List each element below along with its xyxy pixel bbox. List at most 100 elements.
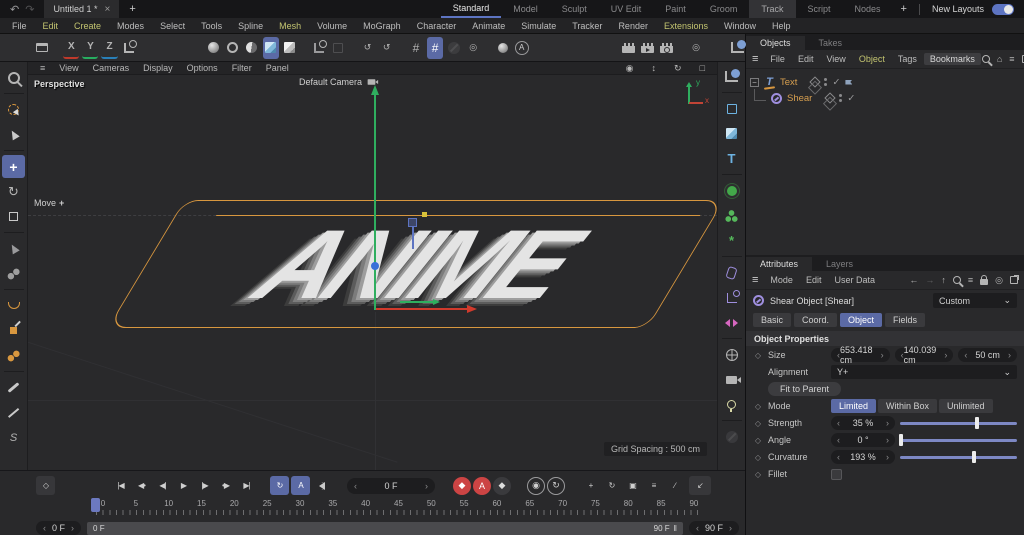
- layout-tab[interactable]: Nodes: [843, 0, 893, 18]
- spline-color-tool[interactable]: [2, 344, 25, 367]
- menu-item[interactable]: Animate: [464, 21, 513, 31]
- menu-item[interactable]: MoGraph: [355, 21, 409, 31]
- x-axis-lock-button[interactable]: X: [63, 37, 79, 59]
- object-manager-menu-item[interactable]: Object: [853, 53, 891, 65]
- shading-quick-button[interactable]: [244, 37, 260, 59]
- attribute-subtab[interactable]: Coord.: [794, 313, 837, 327]
- y-axis-arrow[interactable]: [374, 94, 376, 310]
- record-keyframe-button[interactable]: ◆: [453, 477, 471, 495]
- attribute-menu-item[interactable]: User Data: [828, 274, 881, 286]
- tree-item-shear[interactable]: Shear ✓: [750, 90, 1020, 106]
- object-manager-menu-item[interactable]: Tags: [892, 53, 923, 65]
- fillet-checkbox[interactable]: [831, 469, 842, 480]
- coordinate-system-button[interactable]: [121, 37, 137, 59]
- transport-button[interactable]: •▶: [216, 476, 235, 495]
- strength-slider[interactable]: [900, 417, 1017, 429]
- size-y-field[interactable]: ‹140.039 cm›: [895, 348, 954, 362]
- menu-item[interactable]: Tracker: [564, 21, 610, 31]
- export-icon[interactable]: [1010, 276, 1018, 284]
- filter-icon[interactable]: ≡: [1009, 54, 1014, 64]
- range-end-spinner[interactable]: ‹ 90 F ›: [689, 521, 739, 535]
- plane-handle-arrow[interactable]: [400, 301, 434, 303]
- expand-toggle-icon[interactable]: −: [750, 78, 759, 87]
- layer-icon[interactable]: [810, 76, 821, 87]
- layout-tab[interactable]: UV Edit: [599, 0, 654, 18]
- rectangle-spline-button[interactable]: [720, 97, 743, 120]
- keyframe-selection-button[interactable]: ◆: [493, 477, 511, 495]
- pen-tool[interactable]: [2, 401, 25, 424]
- object-manager-menu-item[interactable]: Edit: [792, 53, 820, 65]
- range-bar-handle[interactable]: ‖: [674, 524, 677, 533]
- menu-item[interactable]: Select: [152, 21, 193, 31]
- enabled-check-icon[interactable]: ✓: [847, 93, 855, 104]
- loop-playback-button[interactable]: ↻: [270, 476, 289, 495]
- camera-label[interactable]: Default Camera: [299, 77, 377, 87]
- cube-primitive-button[interactable]: [720, 122, 743, 145]
- transport-button[interactable]: ◀•: [132, 476, 151, 495]
- transport-button[interactable]: |◀: [111, 476, 130, 495]
- generator-button[interactable]: *: [720, 229, 743, 252]
- viewport-menu-item[interactable]: View: [53, 63, 84, 73]
- live-selection-tool[interactable]: [2, 98, 25, 121]
- record-channel-button[interactable]: ∕: [665, 476, 684, 495]
- visibility-dots-icon[interactable]: [824, 78, 827, 86]
- record-channel-button[interactable]: ▣: [623, 476, 642, 495]
- symmetry-button[interactable]: [720, 311, 743, 334]
- snap-grid-button[interactable]: #: [408, 37, 424, 59]
- viewport-menu-item[interactable]: Options: [181, 63, 224, 73]
- material-button[interactable]: [720, 425, 743, 448]
- search-commander-button[interactable]: [2, 66, 25, 89]
- range-start-decrement-icon[interactable]: ‹: [43, 523, 46, 533]
- menu-item[interactable]: Tools: [193, 21, 230, 31]
- array-generator-button[interactable]: [720, 204, 743, 227]
- transport-button[interactable]: ▶|: [237, 476, 256, 495]
- render-view-button[interactable]: [621, 37, 637, 59]
- align-workplane-button[interactable]: ↺: [379, 37, 395, 59]
- menu-item[interactable]: Extensions: [656, 21, 716, 31]
- annotation-button[interactable]: A: [514, 37, 530, 59]
- enabled-check-icon[interactable]: ✓: [832, 77, 840, 88]
- preset-dropdown[interactable]: Custom ⌄: [933, 293, 1017, 308]
- menu-item[interactable]: Modes: [109, 21, 152, 31]
- menu-item[interactable]: Window: [716, 21, 764, 31]
- range-end-increment-icon[interactable]: ›: [729, 523, 732, 533]
- close-tab-icon[interactable]: ×: [104, 4, 110, 15]
- attribute-manager-tab[interactable]: Attributes: [746, 257, 812, 271]
- playhead[interactable]: [91, 498, 100, 512]
- pen-spline-button[interactable]: [720, 65, 743, 88]
- subdivision-surface-button[interactable]: [720, 179, 743, 202]
- visibility-dots-icon[interactable]: [839, 94, 842, 102]
- search-icon[interactable]: [982, 55, 990, 63]
- attribute-subtab[interactable]: Basic: [753, 313, 791, 327]
- back-icon[interactable]: ←: [909, 275, 918, 285]
- record-channel-button[interactable]: ↻: [602, 476, 621, 495]
- render-settings-button[interactable]: [659, 37, 675, 59]
- workplane-button[interactable]: [311, 37, 327, 59]
- menu-item[interactable]: Mesh: [271, 21, 309, 31]
- viewport-menu-icon[interactable]: ≡: [34, 63, 51, 73]
- forward-icon[interactable]: →: [925, 275, 934, 285]
- x-axis-arrow[interactable]: [376, 308, 468, 310]
- frame-increment-icon[interactable]: ›: [425, 481, 428, 491]
- curvature-slider[interactable]: [900, 451, 1017, 463]
- strength-field[interactable]: ‹35 %›: [831, 416, 895, 430]
- rotate-tool[interactable]: ↻: [2, 180, 25, 203]
- keyframe-dot-icon[interactable]: ◇: [753, 351, 763, 360]
- tag-icon[interactable]: [845, 80, 852, 85]
- transport-button[interactable]: |▶: [195, 476, 214, 495]
- viewport-menu-item[interactable]: Cameras: [87, 63, 136, 73]
- spline-pen-tool[interactable]: [2, 319, 25, 342]
- display-mode-button[interactable]: [263, 37, 279, 59]
- record-channel-button[interactable]: ≡: [644, 476, 663, 495]
- keyframe-ruler-button[interactable]: A: [291, 476, 310, 495]
- layout-tab[interactable]: Model: [501, 0, 550, 18]
- scale-tool[interactable]: [2, 205, 25, 228]
- menu-item[interactable]: Render: [610, 21, 656, 31]
- maximize-view-icon[interactable]: □: [694, 63, 711, 74]
- spline-smooth-tool[interactable]: [2, 294, 25, 317]
- display-options-button[interactable]: [282, 37, 298, 59]
- layout-tab[interactable]: Track: [749, 0, 795, 18]
- viewport-menu-item[interactable]: Panel: [260, 63, 295, 73]
- keyframe-dot-icon[interactable]: ◇: [753, 402, 763, 411]
- frame-decrement-icon[interactable]: ‹: [354, 481, 357, 491]
